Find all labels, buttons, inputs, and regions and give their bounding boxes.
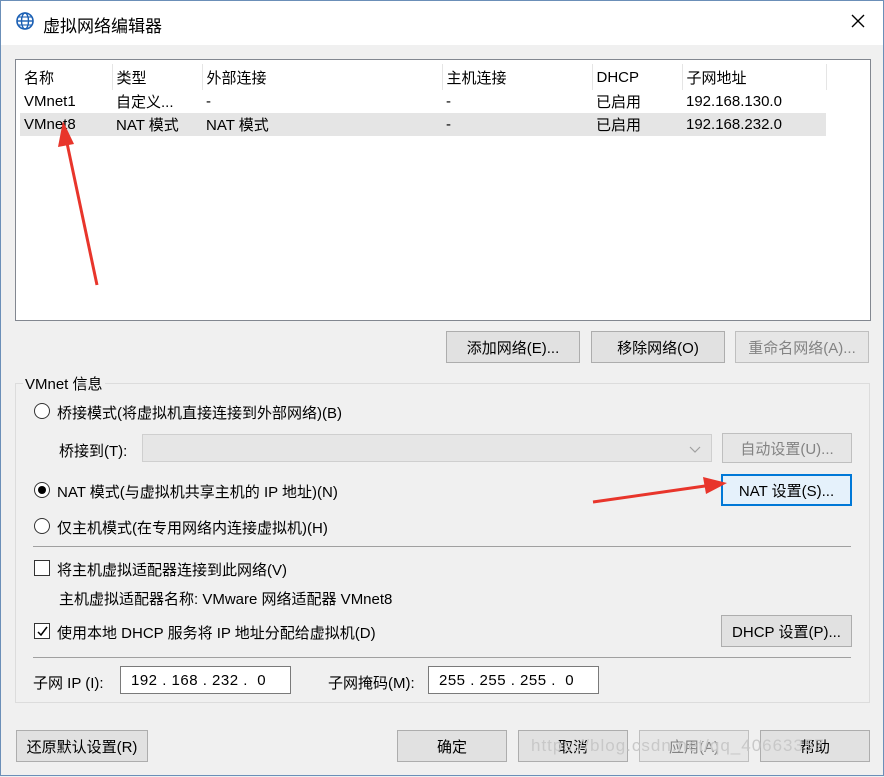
cell-subnet: 192.168.130.0 [686,93,782,110]
nat-settings-button[interactable]: NAT 设置(S)... [721,474,852,506]
connect-adapter-label[interactable]: 将主机虚拟适配器连接到此网络(V) [57,559,287,580]
column-header-name[interactable]: 名称 [20,64,113,90]
separator [33,546,851,547]
checkmark-icon [37,626,48,637]
host-only-mode-radio[interactable] [34,518,50,534]
table-row[interactable]: VMnet8 NAT 模式 NAT 模式 - 已启用 192.168.232.0 [20,113,826,136]
chevron-down-icon [689,446,701,453]
auto-settings-button[interactable]: 自动设置(U)... [722,433,852,463]
restore-defaults-button[interactable]: 还原默认设置(R) [16,730,148,762]
rename-network-button[interactable]: 重命名网络(A)... [735,331,869,363]
virtual-network-editor-window: 虚拟网络编辑器 名称 类型 外部连接 主机连接 DHCP 子网地址 VMnet1 [0,0,884,776]
host-only-mode-label[interactable]: 仅主机模式(在专用网络内连接虚拟机)(H) [57,517,328,538]
bridge-to-label: 桥接到(T): [59,443,128,460]
subnet-mask-field[interactable]: 255 . 255 . 255 . 0 [428,666,599,694]
column-header-type[interactable]: 类型 [112,64,203,90]
title-bar: 虚拟网络编辑器 [1,1,883,45]
subnet-ip-value: 192 . 168 . 232 . 0 [131,671,267,689]
vmnet-info-group [15,383,870,703]
ok-button[interactable]: 确定 [397,730,507,762]
nat-mode-label[interactable]: NAT 模式(与虚拟机共享主机的 IP 地址)(N) [57,481,338,502]
subnet-mask-label: 子网掩码(M): [328,675,415,692]
column-header-host[interactable]: 主机连接 [442,64,593,90]
cell-type: NAT 模式 [112,113,202,136]
bridge-mode-radio[interactable] [34,403,50,419]
table-header-row: 名称 类型 外部连接 主机连接 DHCP 子网地址 [20,64,827,90]
column-header-dhcp[interactable]: DHCP [592,64,683,90]
globe-network-icon [16,12,34,30]
cell-subnet: 192.168.232.0 [682,113,826,136]
cell-name: VMnet8 [20,113,112,136]
table-row[interactable]: VMnet1 自定义... - - 已启用 192.168.130.0 [20,90,826,113]
cell-dhcp: 已启用 [592,113,682,136]
close-icon[interactable] [847,10,869,32]
cell-dhcp: 已启用 [596,94,642,111]
network-table: 名称 类型 外部连接 主机连接 DHCP 子网地址 VMnet1 自定义... … [20,64,827,136]
window-title: 虚拟网络编辑器 [43,17,162,36]
bridge-to-select[interactable] [142,434,712,462]
vmnet-info-label: VMnet 信息 [23,373,105,394]
use-dhcp-checkbox[interactable] [34,623,50,639]
subnet-mask-value: 255 . 255 . 255 . 0 [439,671,575,689]
cell-external: NAT 模式 [202,113,442,136]
connect-adapter-checkbox[interactable] [34,560,50,576]
cell-name: VMnet1 [24,93,76,110]
add-network-button[interactable]: 添加网络(E)... [446,331,580,363]
subnet-ip-label: 子网 IP (I): [33,675,104,692]
network-list[interactable]: 名称 类型 外部连接 主机连接 DHCP 子网地址 VMnet1 自定义... … [15,59,871,321]
cell-host: - [446,93,451,110]
use-dhcp-label[interactable]: 使用本地 DHCP 服务将 IP 地址分配给虚拟机(D) [57,622,376,643]
cell-type: 自定义... [116,94,174,111]
subnet-ip-field[interactable]: 192 . 168 . 232 . 0 [120,666,291,694]
column-header-subnet[interactable]: 子网地址 [682,64,827,90]
adapter-name-text: 主机虚拟适配器名称: VMware 网络适配器 VMnet8 [59,591,393,608]
dhcp-settings-button[interactable]: DHCP 设置(P)... [721,615,852,647]
nat-mode-radio[interactable] [34,482,50,498]
watermark: https://blog.csdn.net/qq_40663357 [531,736,825,755]
cell-host: - [442,113,592,136]
separator [33,657,851,658]
cell-external: - [206,93,211,110]
column-header-external[interactable]: 外部连接 [202,64,443,90]
remove-network-button[interactable]: 移除网络(O) [591,331,725,363]
bridge-mode-label[interactable]: 桥接模式(将虚拟机直接连接到外部网络)(B) [57,402,342,423]
